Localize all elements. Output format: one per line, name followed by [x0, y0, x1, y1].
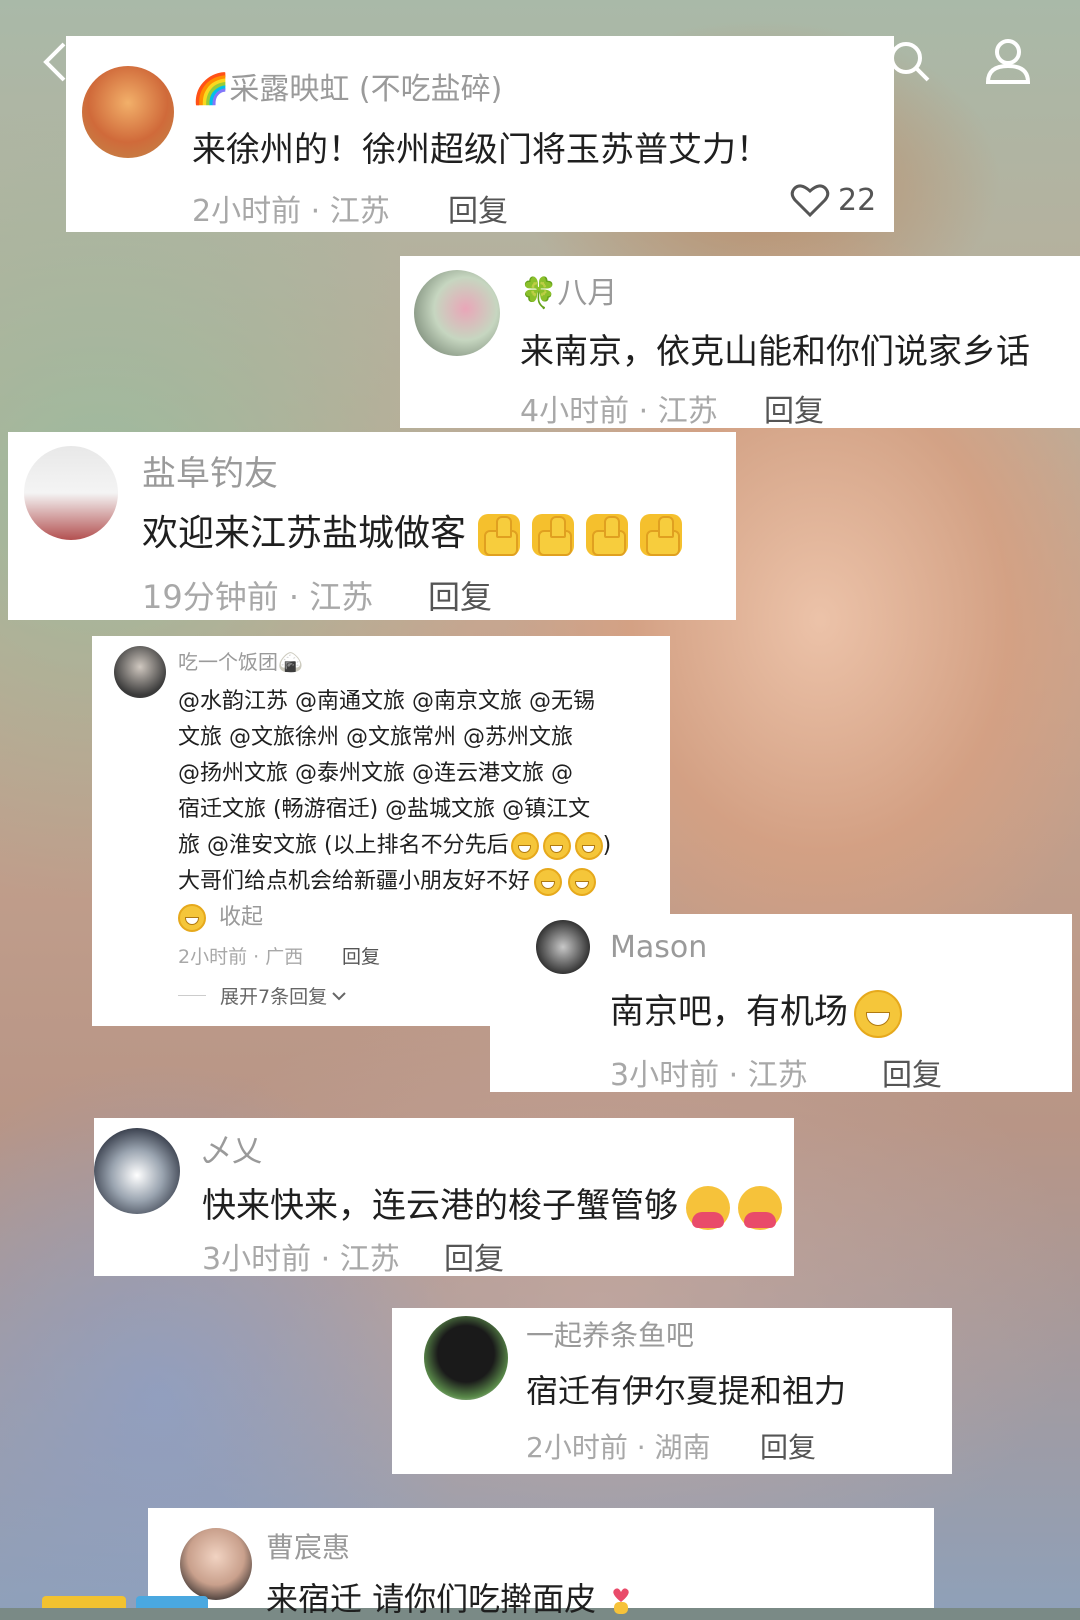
- comment-text-body: 快来快来，连云港的梭子蟹管够: [202, 1186, 678, 1226]
- comment-text-line: 文旅 @文旅徐州 @文旅常州 @苏州文旅: [178, 725, 573, 750]
- comment-author[interactable]: 一起养条鱼吧: [526, 1314, 694, 1354]
- comment-time-location: 19分钟前 · 江苏: [142, 578, 374, 616]
- grin-emoji: [534, 868, 563, 896]
- finger-heart-emoji: [613, 1588, 630, 1614]
- hugging-emoji: [738, 1185, 782, 1230]
- hugging-emoji: [686, 1185, 730, 1230]
- grin-emoji: [568, 868, 597, 896]
- comment-author[interactable]: 吃一个饭团🍙: [178, 646, 303, 675]
- comment-author[interactable]: 乄乂: [202, 1126, 262, 1170]
- comment-time-location: 2小时前 · 广西: [178, 946, 304, 968]
- comment-text: 宿迁有伊尔夏提和祖力: [526, 1372, 847, 1410]
- comment-text: 来宿迁 请你们吃擀面皮: [266, 1574, 636, 1620]
- comment-text: 来南京，依克山能和你们说家乡话: [520, 332, 1030, 372]
- comment-author[interactable]: Mason: [610, 930, 707, 965]
- comment-text: 来徐州的！徐州超级门将玉苏普艾力！: [192, 130, 770, 170]
- comment-author[interactable]: 盐阜钓友: [142, 446, 278, 495]
- like-button[interactable]: 22: [790, 182, 876, 218]
- comment-author[interactable]: 🌈采露映虹 (不吃盐碎): [192, 64, 502, 108]
- comment-time-location: 2小时前 · 湖南: [526, 1431, 711, 1464]
- chevron-down-icon: [332, 991, 346, 1000]
- heart-icon: [790, 184, 830, 218]
- comment-text-segment: 大哥们给点机会给新疆小朋友好不好: [178, 869, 531, 894]
- comment-text-body: 欢迎来江苏盐城做客: [142, 513, 467, 554]
- comment-text-line: 大哥们给点机会给新疆小朋友好不好: [178, 864, 597, 900]
- bottom-bar-accent: [136, 1596, 208, 1608]
- comment-author[interactable]: 曹宸惠: [266, 1526, 350, 1566]
- avatar[interactable]: [536, 920, 590, 974]
- comment-card: 🍀八月 来南京，依克山能和你们说家乡话 4小时前 · 江苏 回复: [400, 256, 1080, 430]
- sweat-smile-emoji: [510, 832, 539, 860]
- comment-card: 一起养条鱼吧 宿迁有伊尔夏提和祖力 2小时前 · 湖南 回复: [392, 1308, 952, 1474]
- avatar[interactable]: [424, 1316, 508, 1400]
- sweat-smile-emoji: [574, 832, 603, 860]
- comment-text-segment: 旅 @淮安文旅 (以上排名不分先后: [178, 833, 509, 858]
- thumbs-up-emoji: [586, 514, 629, 556]
- comment-card: 乄乂 快来快来，连云港的梭子蟹管够 3小时前 · 江苏 回复: [94, 1118, 794, 1278]
- comment-text-line: 宿迁文旅 (畅游宿迁) @盐城文旅 @镇江文: [178, 797, 591, 822]
- search-icon[interactable]: [888, 40, 932, 91]
- reply-button[interactable]: 回复: [882, 1050, 942, 1094]
- collapse-button[interactable]: 收起: [219, 905, 263, 930]
- comment-time-location: 3小时前 · 江苏: [202, 1242, 400, 1277]
- comment-text-line: @水韵江苏 @南通文旅 @南京文旅 @无锡: [178, 689, 595, 714]
- thumbs-up-emoji: [532, 514, 575, 556]
- sweat-grin-emoji: [854, 989, 902, 1038]
- thumbs-up-emoji: [640, 514, 683, 556]
- comment-text-body: 南京吧，有机场: [610, 992, 848, 1032]
- comment-text-line: 旅 @淮安文旅 (以上排名不分先后): [178, 832, 612, 860]
- comment-text-body: 来宿迁 请你们吃擀面皮: [266, 1580, 597, 1618]
- comment-text-line: 收起: [178, 900, 263, 936]
- avatar[interactable]: [24, 446, 118, 540]
- comment-card: Mason 南京吧，有机场 3小时前 · 江苏 回复: [490, 914, 1072, 1094]
- comment-time-location: 3小时前 · 江苏: [610, 1058, 808, 1093]
- reply-button[interactable]: 回复: [444, 1234, 504, 1278]
- like-count: 22: [838, 182, 877, 218]
- reply-button[interactable]: 回复: [764, 386, 824, 430]
- comment-card: 盐阜钓友 欢迎来江苏盐城做客 19分钟前 · 江苏 回复: [8, 432, 736, 620]
- sweat-smile-emoji: [542, 832, 571, 860]
- avatar[interactable]: [180, 1528, 252, 1600]
- expand-replies[interactable]: 展开7条回复: [178, 982, 347, 1009]
- avatar[interactable]: [94, 1128, 180, 1214]
- avatar[interactable]: [414, 270, 500, 356]
- reply-button[interactable]: 回复: [760, 1426, 816, 1466]
- comment-text-line: @扬州文旅 @泰州文旅 @连云港文旅 @: [178, 761, 573, 786]
- reply-button[interactable]: 回复: [342, 942, 380, 969]
- reply-button[interactable]: 回复: [428, 572, 492, 618]
- reply-button[interactable]: 回复: [448, 186, 508, 230]
- comment-text: 欢迎来江苏盐城做客: [142, 504, 683, 556]
- comment-author[interactable]: 🍀八月: [520, 268, 617, 312]
- avatar[interactable]: [114, 646, 166, 698]
- comment-time-location: 4小时前 · 江苏: [520, 394, 718, 429]
- comment-time-location: 2小时前 · 江苏: [192, 194, 390, 229]
- comment-text: 快来快来，连云港的梭子蟹管够: [202, 1178, 782, 1230]
- avatar[interactable]: [82, 66, 174, 158]
- divider-line: [178, 995, 206, 996]
- bottom-bar-accent: [42, 1596, 126, 1608]
- comment-text: 南京吧，有机场: [610, 984, 902, 1038]
- expand-replies-label: 展开7条回复: [220, 986, 328, 1008]
- person-icon[interactable]: [984, 38, 1032, 91]
- comment-card: 🌈采露映虹 (不吃盐碎) 来徐州的！徐州超级门将玉苏普艾力！ 2小时前 · 江苏…: [66, 36, 894, 232]
- grin-emoji: [178, 904, 206, 932]
- thumbs-up-emoji: [478, 514, 521, 556]
- comment-card: 曹宸惠 来宿迁 请你们吃擀面皮: [148, 1508, 934, 1618]
